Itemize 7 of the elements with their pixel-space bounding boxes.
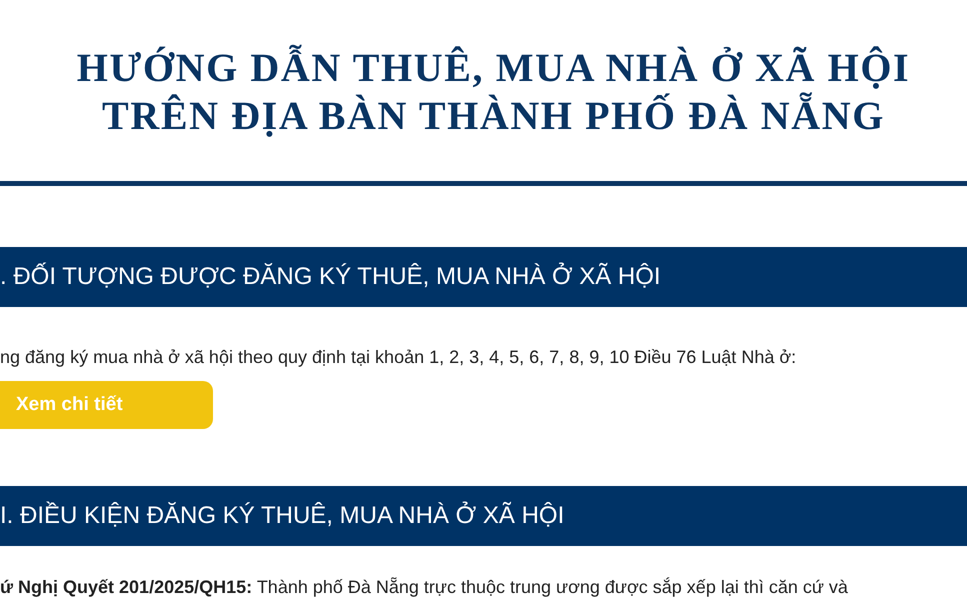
page-title: TRÊN ĐỊA BÀN THÀNH PHỐ ĐÀ NẴNG bbox=[102, 92, 885, 140]
section-heading: I. ĐIỀU KIỆN ĐĂNG KÝ THUÊ, MUA NHÀ Ở XÃ HỘI bbox=[0, 486, 967, 546]
section-paragraph: ng đăng ký mua nhà ở xã hội theo quy định tại khoản 1, 2, 3, 4, 5, 6, 7, 8, 9, 10 Điều 76 Luật Nhà ở: bbox=[0, 346, 796, 368]
page-title: HƯỚNG DẪN THUÊ, MUA NHÀ Ở XÃ HỘI bbox=[76, 44, 910, 92]
section-heading: . ĐỐI TƯỢNG ĐƯỢC ĐĂNG KÝ THUÊ, MUA NHÀ Ở XÃ HỘI bbox=[0, 247, 967, 307]
view-details-button[interactable]: Xem chi tiết bbox=[0, 381, 213, 429]
section-paragraph: ứ Nghị Quyết 201/2025/QH15: Thành phố Đà Nẵng trực thuộc trung ương được sắp xếp lại thì căn cứ và bbox=[0, 576, 848, 598]
